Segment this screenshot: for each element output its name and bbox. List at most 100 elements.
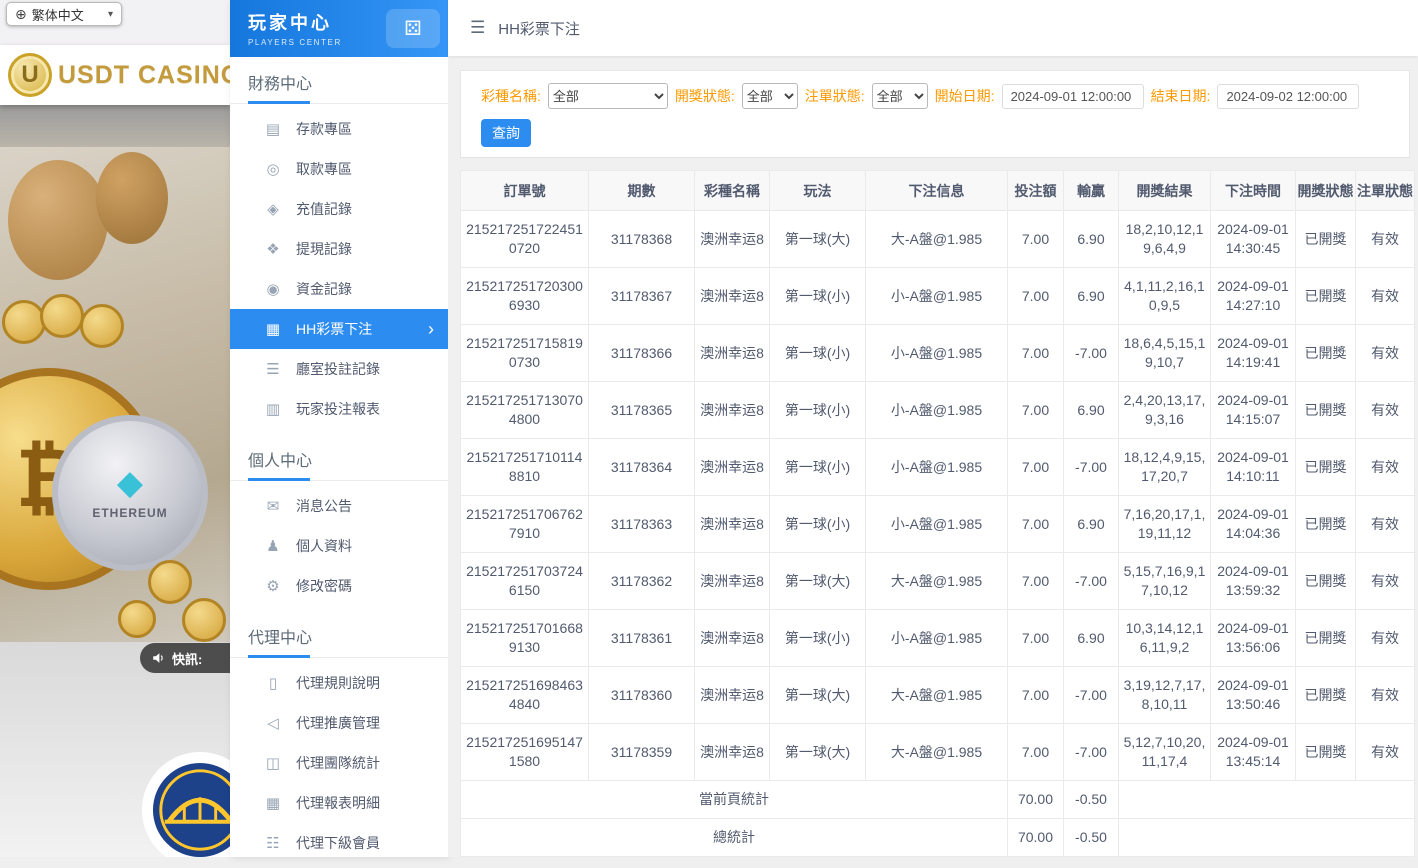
filter-row: 彩種名稱: 全部 開獎狀態: 全部 注單狀態: 全部 開始日期: 結束日期:: [481, 83, 1389, 109]
agent-team-stats-icon: ◫: [265, 755, 281, 772]
cell-bet-time: 2024-09-01 13:50:46: [1210, 666, 1296, 724]
cell-bet-amount: 7.00: [1007, 267, 1064, 325]
summary-empty: [1118, 818, 1415, 857]
cell-order-status: 有效: [1355, 666, 1415, 724]
table-row: 2152172517037246150 31178362 澳洲幸运8 第一球(大…: [460, 552, 1415, 610]
agent-promotion-icon: ◁: [267, 715, 279, 732]
column-header: 投注額: [1007, 170, 1064, 211]
cell-lottery-name: 澳洲幸运8: [694, 267, 770, 325]
player-report-icon: ▥: [265, 401, 281, 418]
sidebar-menu-item[interactable]: ⚙ 修改密碼 ›: [230, 566, 448, 606]
money-bag-image: [8, 160, 108, 280]
menu-item-label: 取款專區: [296, 161, 352, 177]
cell-draw-status: 已開獎: [1295, 210, 1356, 268]
sidebar-menu-item[interactable]: ▥ 玩家投注報表 ›: [230, 389, 448, 429]
cell-period: 31178361: [588, 609, 695, 667]
cell-bet-info: 小-A盤@1.985: [865, 267, 1008, 325]
language-selector[interactable]: ⊕ 繁体中文 ▾: [6, 2, 122, 26]
sidebar-menu-item[interactable]: ▦ HH彩票下注 ›: [230, 309, 448, 349]
column-header: 下注時間: [1210, 170, 1296, 211]
cell-win-loss: 6.90: [1063, 267, 1119, 325]
cell-order-no: 2152172517224510720: [460, 210, 589, 268]
cell-bet-amount: 7.00: [1007, 552, 1064, 610]
end-date-input[interactable]: [1217, 83, 1360, 109]
sidebar-menu-item[interactable]: ◈ 充值記錄 ›: [230, 189, 448, 229]
cell-lottery-name: 澳洲幸运8: [694, 438, 770, 496]
money-bag-image: [96, 152, 168, 244]
draw-status-label: 開獎狀態:: [674, 88, 735, 104]
cell-bet-amount: 7.00: [1007, 495, 1064, 553]
sidebar: 玩家中心 PLAYERS CENTER ⚄ 財務中心 ▤ 存款專區 › ◎ 取款…: [230, 0, 448, 857]
cell-draw-status: 已開獎: [1295, 267, 1356, 325]
cell-lottery-name: 澳洲幸运8: [694, 324, 770, 382]
sidebar-menu-item[interactable]: ☷ 代理下級會員 ›: [230, 823, 448, 863]
sidebar-menu-item[interactable]: ◁ 代理推廣管理 ›: [230, 703, 448, 743]
cell-play-type: 第一球(小): [769, 438, 866, 496]
recharge-record-icon: ◈: [267, 201, 279, 218]
cell-bet-info: 小-A盤@1.985: [865, 609, 1008, 667]
sidebar-menu-item[interactable]: ☰ 廳室投註記錄 ›: [230, 349, 448, 389]
menu-item-label: 代理規則說明: [296, 675, 380, 691]
cell-bet-amount: 7.00: [1007, 210, 1064, 268]
cell-bet-info: 大-A盤@1.985: [865, 666, 1008, 724]
cell-order-status: 有效: [1355, 324, 1415, 382]
news-ticker[interactable]: 快訊:: [140, 643, 230, 673]
team-logo: [142, 752, 230, 857]
sidebar-menu-item[interactable]: ✉ 消息公告 ›: [230, 486, 448, 526]
deposit-icon: ▤: [265, 121, 281, 138]
sidebar-menu-item[interactable]: ▯ 代理規則說明 ›: [230, 663, 448, 703]
gold-coin-image: [118, 600, 156, 638]
cell-draw-status: 已開獎: [1295, 552, 1356, 610]
menu-list-personal: ✉ 消息公告 › ♟ 個人資料 › ⚙ 修改密碼 ›: [230, 481, 448, 611]
cell-order-no: 2152172517016689130: [460, 609, 589, 667]
summary-row-total: 總統計 70.00 -0.50: [460, 818, 1415, 857]
cell-order-status: 有效: [1355, 552, 1415, 610]
cell-bet-amount: 7.00: [1007, 324, 1064, 382]
sidebar-menu-item[interactable]: ◉ 資金記錄 ›: [230, 269, 448, 309]
cell-bet-time: 2024-09-01 14:10:11: [1210, 438, 1296, 496]
summary-win-loss: -0.50: [1063, 780, 1119, 819]
cell-draw-result: 18,12,4,9,15,17,20,7: [1118, 438, 1211, 496]
sidebar-menu-item[interactable]: ▤ 存款專區 ›: [230, 109, 448, 149]
order-status-select[interactable]: 全部: [871, 83, 928, 109]
menu-item-label: 消息公告: [296, 498, 352, 514]
cell-order-no: 2152172517158190730: [460, 324, 589, 382]
sidebar-menu-item[interactable]: ◫ 代理團隊統計 ›: [230, 743, 448, 783]
sidebar-menu-item[interactable]: ♟ 個人資料 ›: [230, 526, 448, 566]
summary-label: 當前頁統計: [460, 780, 1008, 819]
column-header: 期數: [588, 170, 695, 211]
gold-coin-image: [40, 294, 84, 338]
hamburger-menu-icon[interactable]: ☰: [470, 18, 485, 38]
cell-lottery-name: 澳洲幸运8: [694, 723, 770, 781]
column-header: 下注信息: [865, 170, 1008, 211]
password-gear-icon: ⚙: [266, 578, 280, 595]
cell-draw-status: 已開獎: [1295, 495, 1356, 553]
summary-bet-total: 70.00: [1007, 780, 1064, 819]
gold-coin-image: [148, 560, 192, 604]
bets-table-card: 訂單號 期數 彩種名稱 玩法 下注信息 投注額 輸贏 開獎結果 下注時間 開獎狀…: [460, 170, 1415, 857]
menu-item-label: 代理報表明細: [296, 795, 380, 811]
sidebar-header: 玩家中心 PLAYERS CENTER ⚄: [230, 0, 448, 57]
cell-draw-result: 18,6,4,5,15,19,10,7: [1118, 324, 1211, 382]
cell-bet-amount: 7.00: [1007, 723, 1064, 781]
query-button[interactable]: 查詢: [481, 119, 531, 147]
withdrawal-icon: ◎: [266, 161, 280, 178]
start-date-input[interactable]: [1001, 83, 1144, 109]
draw-status-select[interactable]: 全部: [741, 83, 798, 109]
cell-bet-info: 大-A盤@1.985: [865, 723, 1008, 781]
cell-win-loss: 6.90: [1063, 381, 1119, 439]
summary-empty: [1118, 780, 1415, 819]
sidebar-menu-item[interactable]: ❖ 提現記錄 ›: [230, 229, 448, 269]
cell-order-status: 有效: [1355, 495, 1415, 553]
sidebar-menu-item[interactable]: ◎ 取款專區 ›: [230, 149, 448, 189]
sidebar-menu-item[interactable]: ▦ 代理報表明細 ›: [230, 783, 448, 823]
cell-order-no: 2152172517101148810: [460, 438, 589, 496]
announcement-icon: ✉: [266, 498, 280, 515]
topbar: ☰ HH彩票下注: [448, 0, 1418, 56]
cell-lottery-name: 澳洲幸运8: [694, 210, 770, 268]
cell-win-loss: -7.00: [1063, 438, 1119, 496]
cell-bet-time: 2024-09-01 14:30:45: [1210, 210, 1296, 268]
lottery-name-select[interactable]: 全部: [547, 83, 668, 109]
usdt-casino-logo-icon: U: [8, 53, 52, 97]
column-header: 注單狀態: [1355, 170, 1415, 211]
